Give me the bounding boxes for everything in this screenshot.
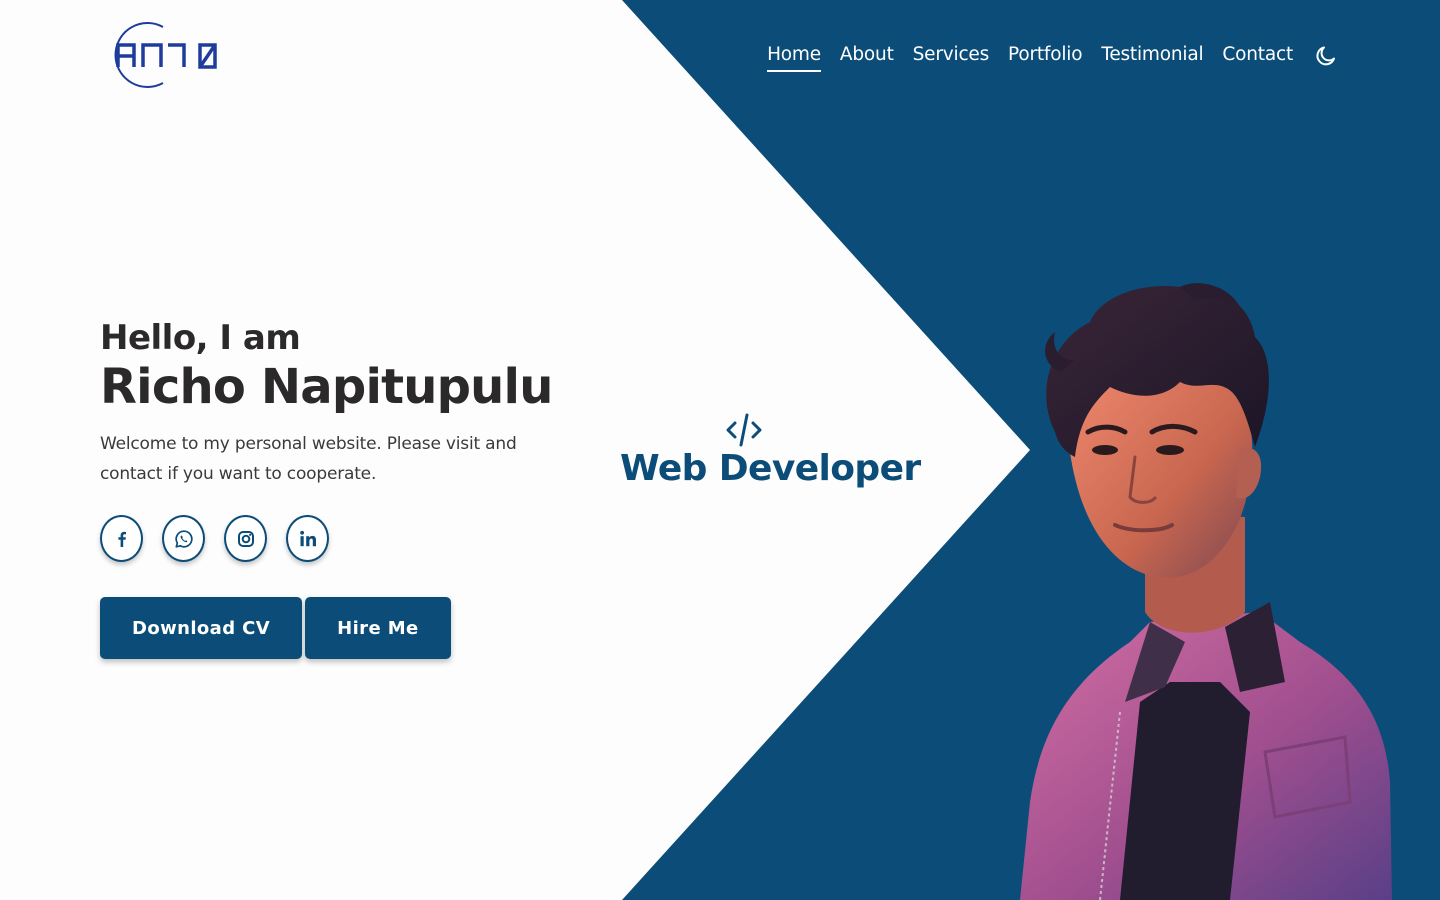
- instagram-icon: [237, 530, 254, 547]
- whatsapp-icon: [174, 529, 193, 548]
- site-logo[interactable]: [100, 21, 222, 89]
- linkedin-link[interactable]: [286, 515, 329, 562]
- nav-portfolio[interactable]: Portfolio: [1008, 40, 1083, 72]
- nav-services[interactable]: Services: [913, 40, 990, 72]
- instagram-link[interactable]: [224, 515, 267, 562]
- main-nav: Home About Services Portfolio Testimonia…: [767, 40, 1340, 72]
- profile-portrait: [1020, 283, 1392, 900]
- hero-actions: Download CV Hire Me: [100, 597, 451, 659]
- hero-intro: Hello, I am Richo Napitupulu Welcome to …: [100, 316, 570, 489]
- code-icon: [726, 413, 762, 447]
- role-title: Web Developer: [620, 448, 921, 489]
- hero-name: Richo Napitupulu: [100, 359, 553, 415]
- hero-greeting: Hello, I am: [100, 318, 301, 358]
- page: Home About Services Portfolio Testimonia…: [0, 0, 1440, 900]
- nav-about[interactable]: About: [840, 40, 894, 72]
- nav-home[interactable]: Home: [767, 40, 821, 72]
- nav-testimonial[interactable]: Testimonial: [1101, 40, 1203, 72]
- facebook-link[interactable]: [100, 515, 143, 562]
- hire-me-button[interactable]: Hire Me: [305, 597, 451, 659]
- whatsapp-link[interactable]: [162, 515, 205, 562]
- hero-description: Welcome to my personal website. Please v…: [100, 434, 517, 484]
- download-cv-button[interactable]: Download CV: [100, 597, 303, 659]
- moon-icon: [1316, 46, 1335, 66]
- linkedin-icon: [299, 530, 316, 546]
- social-links: [100, 515, 329, 562]
- facebook-icon: [117, 531, 126, 547]
- theme-toggle-button[interactable]: [1312, 42, 1340, 70]
- nav-contact[interactable]: Contact: [1222, 40, 1293, 72]
